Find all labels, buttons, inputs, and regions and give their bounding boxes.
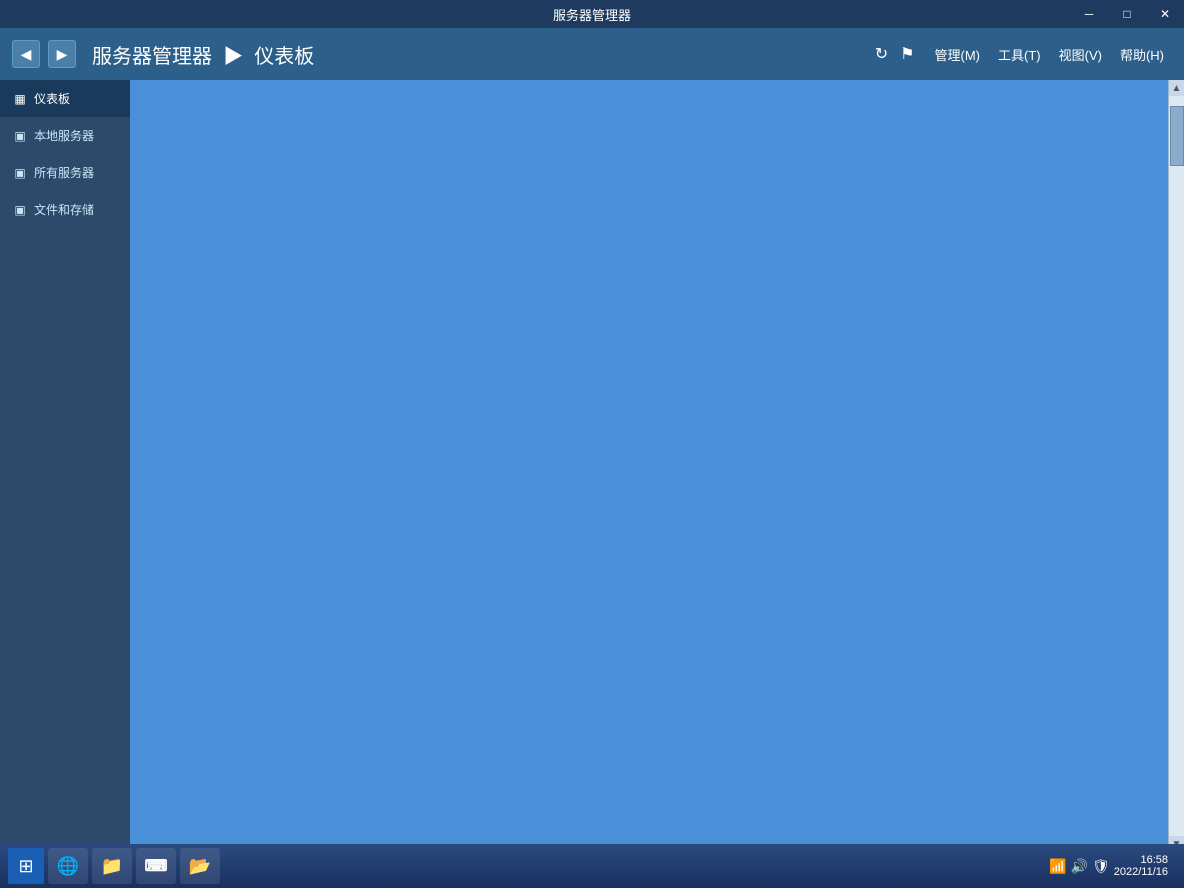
volume-icon: 🔊 — [1071, 858, 1088, 875]
network-icon: 📶 — [1049, 858, 1066, 875]
help-menu[interactable]: 帮助(H) — [1112, 41, 1172, 68]
taskbar-item-files2[interactable]: 📂 — [180, 848, 220, 884]
files2-icon: 📂 — [189, 856, 211, 877]
sidebar-label-all: 所有服务器 — [34, 164, 94, 181]
clock-date: 2022/11/16 — [1114, 866, 1168, 878]
explorer-icon: 📁 — [101, 856, 123, 877]
scroll-up-arrow[interactable]: ▲ — [1169, 80, 1184, 96]
manage-menu[interactable]: 管理(M) — [927, 41, 989, 68]
taskbar-clock[interactable]: 16:58 2022/11/16 — [1114, 854, 1168, 878]
title-bar: 服务器管理器 ─ □ ✕ — [0, 0, 1184, 28]
back-button[interactable]: ◀ — [12, 40, 40, 68]
sidebar-label-files: 文件和存储 — [34, 201, 94, 218]
window-controls: ─ □ ✕ — [1070, 0, 1184, 28]
scroll-track[interactable] — [1169, 96, 1184, 836]
scroll-thumb[interactable] — [1170, 106, 1184, 166]
taskbar-item-explorer[interactable]: 📁 — [92, 848, 132, 884]
cmd-icon: ⌨ — [144, 856, 167, 876]
taskbar-item-cmd[interactable]: ⌨ — [136, 848, 176, 884]
start-button[interactable]: ⊞ — [8, 848, 44, 884]
app-title: 服务器管理器 — [553, 5, 631, 24]
flag-icon[interactable]: ⚑ — [900, 44, 914, 64]
windows-logo: ⊞ — [18, 856, 33, 877]
local-server-icon: ▣ — [12, 128, 28, 144]
close-button[interactable]: ✕ — [1146, 0, 1184, 28]
sidebar-item-files[interactable]: ▣ 文件和存储 — [0, 191, 130, 228]
server-manager-toolbar: ◀ ▶ 服务器管理器 ▶ 仪表板 ↻ ⚑ 管理(M) 工具(T) 视图(V) 帮… — [0, 28, 1184, 80]
sidebar-label-local: 本地服务器 — [34, 127, 94, 144]
toolbar-title: 服务器管理器 ▶ 仪表板 — [92, 40, 867, 69]
dashboard-icon: ▦ — [12, 91, 28, 107]
minimize-button[interactable]: ─ — [1070, 0, 1108, 28]
clock-time: 16:58 — [1114, 854, 1168, 866]
refresh-icon[interactable]: ↻ — [875, 44, 888, 64]
menu-bar: 管理(M) 工具(T) 视图(V) 帮助(H) — [927, 41, 1173, 68]
right-scrollbar[interactable]: ▲ ▼ — [1168, 80, 1184, 852]
sidebar-item-local[interactable]: ▣ 本地服务器 — [0, 117, 130, 154]
sidebar-label-dashboard: 仪表板 — [34, 90, 70, 107]
view-menu[interactable]: 视图(V) — [1051, 41, 1110, 68]
security-icon: 🛡 — [1092, 858, 1110, 875]
ie-icon: 🌐 — [57, 856, 79, 877]
maximize-button[interactable]: □ — [1108, 0, 1146, 28]
toolbar-right: ↻ ⚑ 管理(M) 工具(T) 视图(V) 帮助(H) — [875, 41, 1172, 68]
content-area: 📋 添加角色和功能向导 ─ □ ✕ — [130, 80, 1168, 852]
sidebar: ▦ 仪表板 ▣ 本地服务器 ▣ 所有服务器 ▣ 文件和存储 — [0, 80, 130, 852]
sidebar-item-all[interactable]: ▣ 所有服务器 — [0, 154, 130, 191]
tools-menu[interactable]: 工具(T) — [990, 41, 1049, 68]
all-servers-icon: ▣ — [12, 165, 28, 181]
forward-button[interactable]: ▶ — [48, 40, 76, 68]
taskbar-item-ie[interactable]: 🌐 — [48, 848, 88, 884]
files-icon: ▣ — [12, 202, 28, 218]
taskbar: ⊞ 🌐 📁 ⌨ 📂 📶 🔊 🛡 16:58 2022/11/16 — [0, 844, 1184, 888]
sidebar-item-dashboard[interactable]: ▦ 仪表板 — [0, 80, 130, 117]
system-tray: 📶 🔊 🛡 — [1049, 858, 1110, 875]
